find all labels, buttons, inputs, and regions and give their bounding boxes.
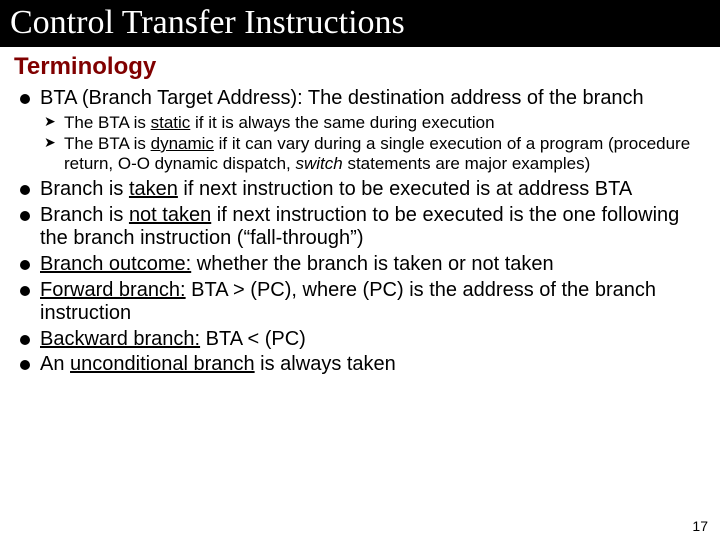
slide: Control Transfer Instructions Terminolog… xyxy=(0,0,720,540)
section-heading: Terminology xyxy=(14,53,706,81)
text-segment: statements are major examples) xyxy=(343,154,591,173)
text-segment: BTA (Branch Target Address): The destina… xyxy=(40,87,644,109)
text-segment: The BTA is xyxy=(64,134,151,153)
text-segment: unconditional branch xyxy=(70,353,255,375)
list-item: Branch is not taken if next instruction … xyxy=(40,204,706,251)
text-segment: An xyxy=(40,353,70,375)
text-segment: if it is always the same during executio… xyxy=(190,113,494,132)
page-number: 17 xyxy=(692,518,708,534)
list-item: Branch outcome: whether the branch is ta… xyxy=(40,253,706,277)
list-item: Backward branch: BTA < (PC) xyxy=(40,328,706,352)
sub-list-item: The BTA is static if it is always the sa… xyxy=(64,113,706,133)
list-item: Forward branch: BTA > (PC), where (PC) i… xyxy=(40,279,706,326)
list-item: BTA (Branch Target Address): The destina… xyxy=(40,87,706,174)
text-segment: static xyxy=(151,113,191,132)
text-segment: The BTA is xyxy=(64,113,151,132)
text-segment: taken xyxy=(129,178,178,200)
text-segment: Branch is xyxy=(40,178,129,200)
slide-body: Terminology BTA (Branch Target Address):… xyxy=(0,47,720,376)
text-segment: Forward branch: xyxy=(40,279,186,301)
bullet-list: BTA (Branch Target Address): The destina… xyxy=(14,87,706,376)
text-segment: Branch is xyxy=(40,204,129,226)
sub-list: The BTA is static if it is always the sa… xyxy=(40,113,706,174)
slide-title: Control Transfer Instructions xyxy=(0,0,720,47)
text-segment: Backward branch: xyxy=(40,328,200,350)
sub-list-item: The BTA is dynamic if it can vary during… xyxy=(64,134,706,174)
text-segment: whether the branch is taken or not taken xyxy=(191,253,553,275)
text-segment: BTA < (PC) xyxy=(200,328,306,350)
text-segment: if next instruction to be executed is at… xyxy=(178,178,632,200)
text-segment: switch xyxy=(295,154,342,173)
text-segment: not taken xyxy=(129,204,211,226)
list-item: Branch is taken if next instruction to b… xyxy=(40,178,706,202)
text-segment: is always taken xyxy=(255,353,396,375)
text-segment: Branch outcome: xyxy=(40,253,191,275)
list-item: An unconditional branch is always taken xyxy=(40,353,706,377)
text-segment: dynamic xyxy=(151,134,214,153)
